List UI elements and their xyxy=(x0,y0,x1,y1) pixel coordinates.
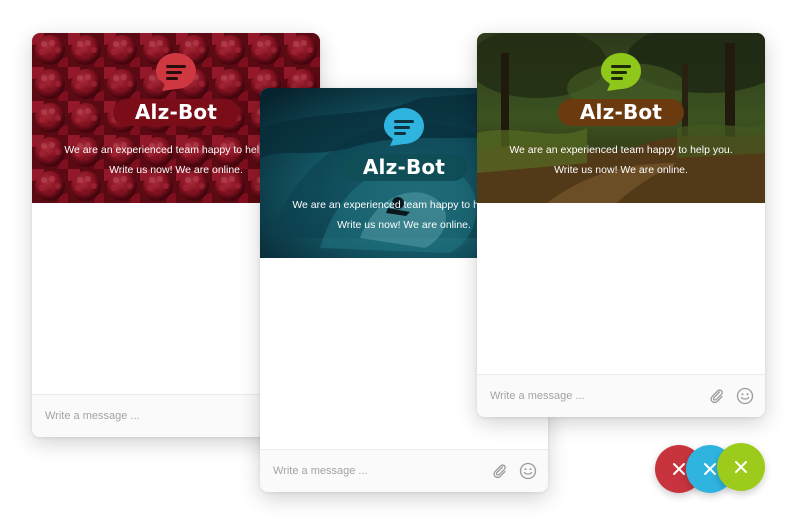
paperclip-icon[interactable] xyxy=(490,461,510,481)
close-icon xyxy=(673,463,685,475)
chat-bubble-icon xyxy=(384,108,424,146)
tagline-line-2: Write us now! We are online. xyxy=(554,164,688,176)
message-input[interactable] xyxy=(488,389,699,403)
tagline-line-1: We are an experienced team happy to help… xyxy=(64,144,288,156)
tagline: We are an experienced team happy to help… xyxy=(477,140,765,180)
message-composer xyxy=(260,449,548,492)
message-area[interactable] xyxy=(477,203,765,373)
close-icon xyxy=(704,463,716,475)
bot-name: Alz-Bot xyxy=(557,99,685,126)
tagline-line-2: Write us now! We are online. xyxy=(109,164,243,176)
chat-widget-forest: Alz-Bot We are an experienced team happy… xyxy=(477,33,765,417)
close-icon xyxy=(735,461,747,473)
close-launcher-green[interactable] xyxy=(717,443,765,491)
stage: Alz-Bot We are an experienced team happy… xyxy=(0,0,799,527)
tagline-line-2: Write us now! We are online. xyxy=(337,219,471,231)
bot-name: Alz-Bot xyxy=(112,99,240,126)
smiley-icon[interactable] xyxy=(518,461,538,481)
chat-header: Alz-Bot We are an experienced team happy… xyxy=(477,33,765,203)
chat-bubble-icon xyxy=(601,53,641,91)
bot-name: Alz-Bot xyxy=(340,154,468,181)
smiley-icon[interactable] xyxy=(735,386,755,406)
paperclip-icon[interactable] xyxy=(707,386,727,406)
message-composer xyxy=(477,374,765,417)
chat-bubble-icon xyxy=(156,53,196,91)
message-input[interactable] xyxy=(271,464,482,478)
tagline-line-1: We are an experienced team happy to help… xyxy=(509,144,733,156)
